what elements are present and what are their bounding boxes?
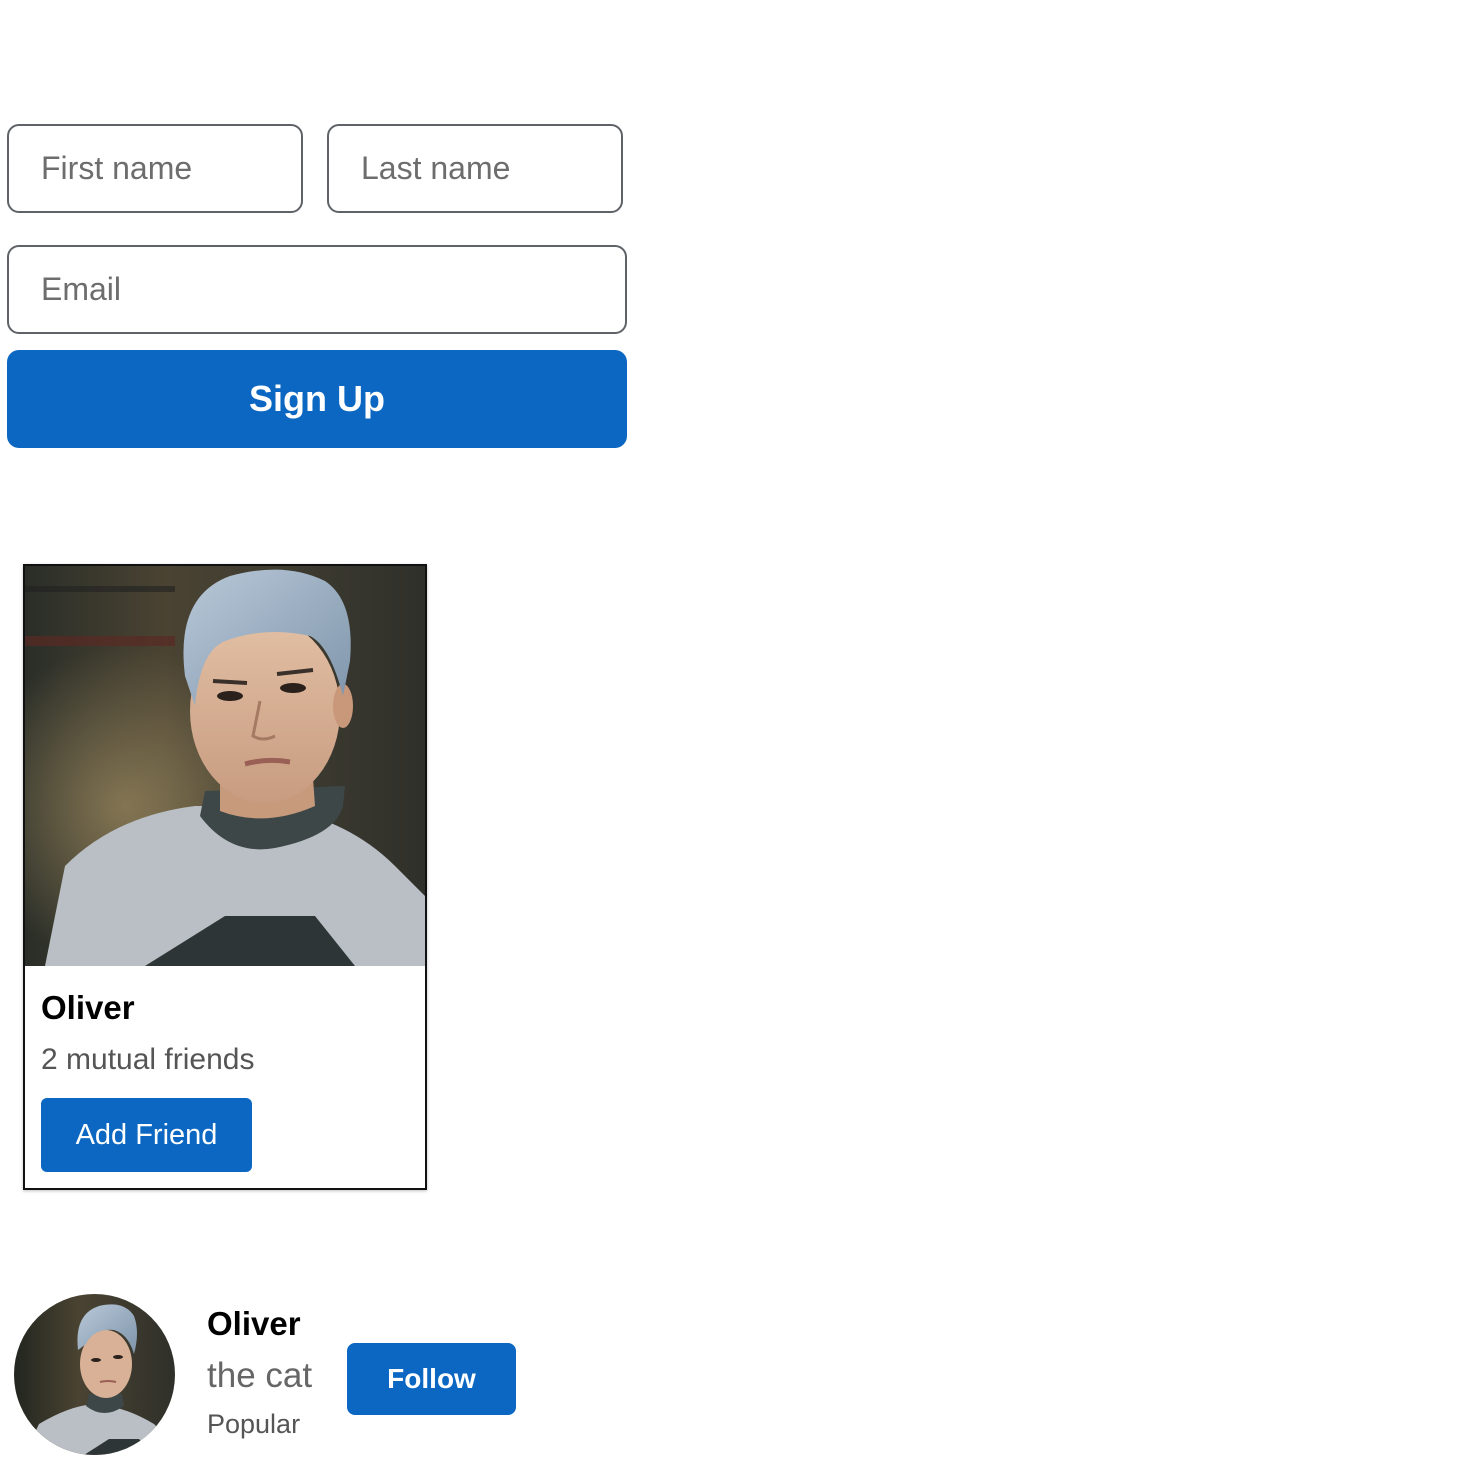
profile-text: Oliver the cat Popular [207, 1302, 312, 1442]
friend-card: Oliver 2 mutual friends Add Friend [23, 564, 427, 1190]
follow-button[interactable]: Follow [347, 1343, 516, 1415]
avatar[interactable] [14, 1294, 175, 1455]
profile-row: Oliver the cat Popular Follow [14, 1294, 534, 1460]
avatar-photo [14, 1294, 175, 1455]
sign-up-button[interactable]: Sign Up [7, 350, 627, 448]
signup-form: Sign Up [7, 124, 627, 448]
last-name-input[interactable] [327, 124, 623, 213]
add-friend-button[interactable]: Add Friend [41, 1098, 252, 1172]
first-name-input[interactable] [7, 124, 303, 213]
card-body: Oliver 2 mutual friends Add Friend [25, 966, 425, 1172]
page: Sign Up [0, 0, 1465, 1460]
card-name: Oliver [41, 989, 135, 1026]
profile-photo [25, 566, 425, 966]
email-input[interactable] [7, 245, 627, 334]
profile-tagline: the cat [207, 1356, 313, 1395]
profile-status: Popular [207, 1409, 301, 1439]
profile-name: Oliver [207, 1305, 301, 1342]
mutual-friends-count: 2 mutual friends [41, 1043, 255, 1076]
name-row [7, 124, 623, 213]
